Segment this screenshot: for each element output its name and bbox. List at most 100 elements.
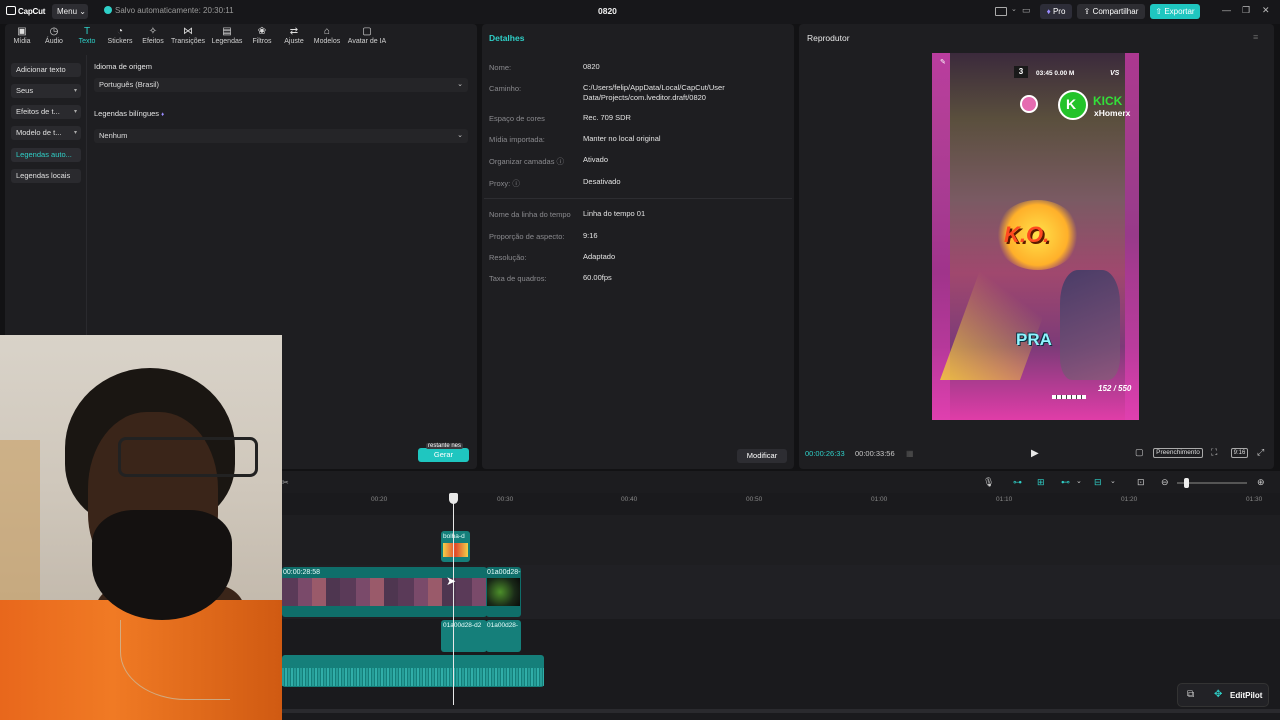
fullscreen-icon[interactable]: ⤢ [1257, 447, 1264, 458]
nav-yours[interactable]: Seus ▾ [11, 84, 81, 98]
subtitle-track-icon[interactable]: ⊡ [1137, 477, 1145, 488]
detail-key: Nome: [489, 63, 512, 72]
tab-media[interactable]: ▣ Mídia [12, 26, 32, 45]
nav-text-effects[interactable]: Efeitos de t... ▾ [11, 105, 81, 119]
ko-text: K.O. [1004, 222, 1050, 247]
preview-axis-icon[interactable]: ⊟ [1094, 477, 1102, 488]
tab-transitions[interactable]: ⋈ Transições [170, 26, 206, 45]
zoom-slider-handle[interactable] [1184, 478, 1189, 488]
detail-key: Mídia importada: [489, 135, 545, 144]
detail-value: 9:16 [583, 231, 598, 240]
pro-label: Pro [1052, 7, 1066, 16]
menu-label: Menu [57, 7, 78, 16]
detail-key: Resolução: [489, 253, 527, 262]
tab-templates[interactable]: ⌂ Modelos [312, 26, 342, 45]
tab-text[interactable]: T Texto [77, 26, 97, 45]
chevron-down-icon: ⌄ [457, 81, 463, 88]
menu-lines-icon[interactable]: ≡ [1253, 32, 1258, 42]
detail-key: Organizar camadas ⓘ [489, 156, 564, 167]
fill-mode-button[interactable]: Preenchimento [1153, 448, 1203, 458]
fit-screen-icon[interactable]: ⛶ [1211, 447, 1217, 458]
hud-round: 3 [1014, 66, 1028, 78]
source-language-value: Português (Brasil) [99, 80, 160, 89]
magnet-icon[interactable]: ⊞ [1037, 477, 1045, 488]
autosave-text: Salvo automaticamente: 20:30:11 [115, 6, 234, 15]
tab-filters[interactable]: ❀ Filtros [250, 26, 274, 45]
aspect-ratio-button[interactable]: 9:16 [1231, 448, 1248, 458]
tab-media-label: Mídia [13, 38, 31, 45]
layout-dropdown-icon[interactable]: ⌄ [1011, 5, 1017, 13]
detail-key: Proporção de aspecto: [489, 232, 565, 241]
source-language-select[interactable]: Português (Brasil) ⌄ [94, 78, 468, 92]
zoom-out-icon[interactable]: ⊖ [1161, 477, 1169, 488]
link-main-track-icon[interactable]: ⊶ [1013, 477, 1022, 488]
bilingual-captions-select[interactable]: Nenhum ⌄ [94, 129, 468, 143]
playhead-handle[interactable] [449, 493, 458, 504]
modify-button[interactable]: Modificar [737, 449, 787, 463]
timeline-scrollbar[interactable] [282, 709, 1280, 713]
zoom-in-icon[interactable]: ⊕ [1257, 477, 1265, 488]
share-icon: ⇪ [1083, 7, 1091, 16]
tab-stickers-label: Stickers [107, 38, 133, 45]
layout-icon[interactable] [995, 7, 1007, 16]
ruler-tick: 00:50 [746, 496, 763, 503]
tab-audio[interactable]: ◷ Áudio [43, 26, 65, 45]
info-icon[interactable]: ⓘ [512, 179, 520, 188]
nav-local-captions[interactable]: Legendas locais [11, 169, 81, 183]
nav-add-text[interactable]: Adicionar texto [11, 63, 81, 77]
scissors-icon[interactable]: ✂ [282, 478, 289, 487]
ruler-tick: 00:30 [497, 496, 514, 503]
export-button[interactable]: ⇧ Exportar [1150, 4, 1200, 19]
tab-stickers[interactable]: ◔ Stickers [106, 26, 134, 45]
main-video-clip-thumbnails [282, 578, 487, 606]
play-button[interactable]: ▶ [1031, 448, 1039, 459]
audio-clip-label: 01a00d28-d2 [443, 622, 482, 629]
divider [86, 55, 87, 340]
info-icon[interactable]: ⓘ [557, 157, 565, 166]
generate-button[interactable]: Gerar [418, 448, 469, 462]
video-clip-label: 01a00d28- [487, 569, 521, 576]
chevron-down-icon: ▾ [73, 130, 77, 136]
microphone-icon[interactable]: 🎙︎ [983, 477, 994, 488]
chevron-down-icon[interactable]: ⌄ [1110, 477, 1116, 485]
app-logo-text: CapCut [18, 7, 46, 16]
adjust-icon: ⇄ [289, 26, 299, 37]
playhead[interactable] [453, 493, 454, 705]
tab-adjust[interactable]: ⇄ Ajuste [282, 26, 306, 45]
restore-icon[interactable]: ❐ [1242, 5, 1250, 16]
nav-auto-captions[interactable]: Legendas auto... [11, 148, 81, 162]
ai-avatar-icon: ▢ [362, 26, 372, 37]
audio-icon: ◷ [49, 26, 59, 37]
nav-text-effects-label: Efeitos de t... [16, 107, 60, 116]
linkage-icon[interactable]: ⊷ [1061, 477, 1070, 488]
nav-yours-label: Seus [16, 86, 34, 95]
timeline-view-icon[interactable]: ▦ [906, 449, 914, 458]
chevron-down-icon: ⌄ [457, 132, 463, 139]
pro-button[interactable]: ♦ Pro [1040, 4, 1072, 19]
crop-icon[interactable]: ▢ [1135, 447, 1144, 458]
chevron-down-icon[interactable]: ⌄ [1076, 477, 1082, 485]
tab-effects[interactable]: ✧ Efeitos [140, 26, 166, 45]
detail-key: Nome da linha do tempo [489, 210, 571, 219]
main-video-clip-label: 00:00:28:58 [283, 569, 320, 576]
total-time: 00:00:33:56 [855, 449, 895, 458]
captions-icon: ▤ [222, 26, 232, 37]
share-button[interactable]: ⇪ Compartilhar [1077, 4, 1145, 19]
keyboard-icon[interactable]: ▭ [1022, 5, 1031, 16]
nav-text-template[interactable]: Modelo de t... ▾ [11, 126, 81, 140]
webcam-person-glasses [118, 437, 258, 477]
close-icon[interactable]: ✕ [1262, 5, 1270, 16]
hp-bar [1052, 395, 1086, 399]
feedback-icon[interactable]: ⧉ [1187, 689, 1194, 700]
edit-pen-icon: ✎ [940, 59, 946, 66]
kick-label: KICK [1093, 94, 1123, 108]
tab-text-label: Texto [78, 38, 96, 45]
tab-captions[interactable]: ▤ Legendas [210, 26, 244, 45]
transitions-icon: ⋈ [183, 26, 193, 37]
kick-username: xHomerx [1094, 108, 1131, 118]
templates-icon: ⌂ [323, 26, 331, 37]
editpilot-label: EditPilot [1230, 691, 1263, 700]
menu-button[interactable]: Menu ⌄ [52, 4, 88, 19]
minimize-icon[interactable]: — [1222, 5, 1231, 15]
tab-ai-avatar[interactable]: ▢ Avatar de IA [346, 26, 388, 45]
